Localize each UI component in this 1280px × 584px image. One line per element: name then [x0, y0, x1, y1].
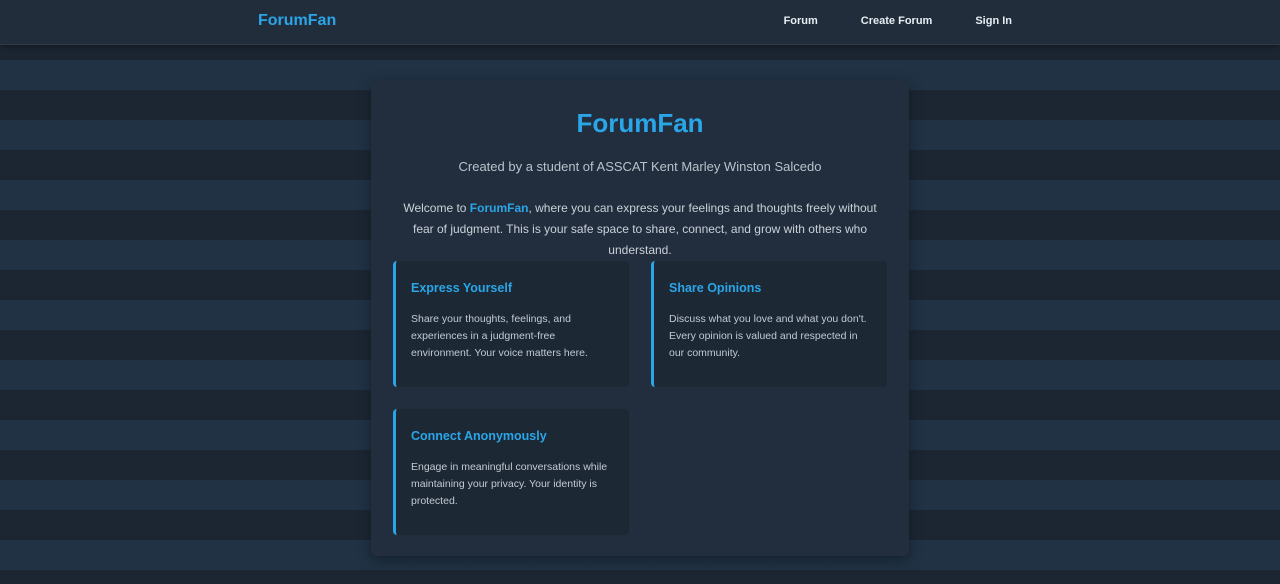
nav-link-forum[interactable]: Forum — [784, 15, 818, 27]
feature-title: Express Yourself — [411, 281, 512, 295]
brand-logo-link[interactable]: ForumFan — [258, 12, 336, 30]
intro-text: Welcome to ForumFan, where you can expre… — [393, 198, 887, 261]
feature-description: Engage in meaningful conversations while… — [411, 461, 608, 507]
feature-title: Connect Anonymously — [411, 429, 547, 443]
feature-description: Discuss what you love and what you don't… — [669, 313, 867, 359]
intro-brand-highlight: ForumFan — [469, 201, 529, 215]
intro-prefix: Welcome to — [403, 201, 470, 215]
feature-title: Share Opinions — [669, 281, 762, 295]
top-navbar: ForumFan Forum Create Forum Sign In — [0, 0, 1280, 45]
feature-card-express-yourself: Express Yourself Share your thoughts, fe… — [393, 261, 629, 387]
feature-card-connect-anonymously: Connect Anonymously Engage in meaningful… — [393, 409, 629, 535]
nav-link-sign-in[interactable]: Sign In — [975, 15, 1012, 27]
welcome-card: ForumFan Created by a student of ASSCAT … — [371, 80, 909, 556]
feature-description: Share your thoughts, feelings, and exper… — [411, 313, 588, 359]
feature-card-share-opinions: Share Opinions Discuss what you love and… — [651, 261, 887, 387]
nav-link-create-forum[interactable]: Create Forum — [861, 15, 933, 27]
page-subtitle: Created by a student of ASSCAT Kent Marl… — [458, 159, 822, 174]
page-title: ForumFan — [576, 108, 704, 138]
nav-links: Forum Create Forum Sign In — [741, 15, 1012, 27]
